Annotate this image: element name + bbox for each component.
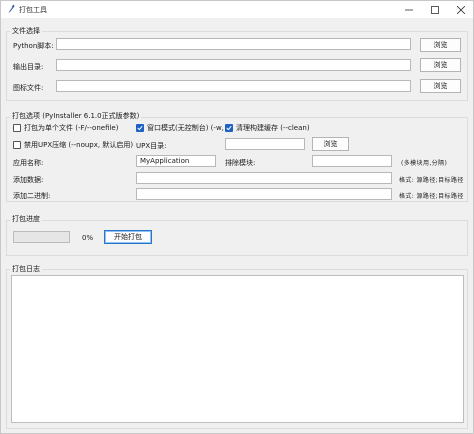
add-data-hint: 格式: 源路径;目标路径 [399, 177, 464, 184]
checkmark-icon [226, 125, 232, 131]
noupx-checkbox[interactable]: 禁用UPX压缩 (--noupx, 默认启用) [13, 140, 133, 150]
close-icon [457, 5, 465, 14]
checkmark-icon [137, 125, 143, 131]
app-name-label: 应用名称: [13, 159, 44, 167]
windowed-label: 窗口模式(无控制台) (-w, [147, 124, 224, 132]
exclude-modules-hint: (多模块用,分隔) [401, 160, 448, 167]
feather-app-icon [6, 4, 16, 14]
progress-section [6, 220, 468, 256]
add-data-label: 添加数据: [13, 176, 44, 184]
file-section-title: 文件选择 [10, 26, 42, 36]
noupx-check-box [13, 141, 21, 149]
title-bar: 打包工具 [1, 1, 473, 18]
app-window: 打包工具 文件选择 Python脚本: 浏览 输出目录: 浏览 图标文件: 浏览… [0, 0, 474, 434]
windowed-checkbox[interactable]: 窗口模式(无控制台) (-w, [136, 123, 224, 133]
log-section-title: 打包日志 [10, 264, 42, 274]
minimize-button[interactable] [396, 1, 422, 18]
app-name-input[interactable]: MyApplication [136, 155, 216, 167]
progress-section-title: 打包进度 [10, 214, 42, 224]
icon-file-input[interactable] [56, 80, 411, 92]
window-title: 打包工具 [19, 6, 47, 14]
minimize-icon [405, 9, 413, 10]
add-data-input[interactable] [136, 172, 392, 184]
noupx-label: 禁用UPX压缩 (--noupx, 默认启用) [24, 141, 134, 149]
onefile-checkbox[interactable]: 打包为单个文件 (-F/--onefile) [13, 123, 118, 133]
progress-bar [13, 231, 70, 243]
maximize-button[interactable] [422, 1, 448, 18]
clean-checkbox[interactable]: 清理构建缓存 (--clean) [225, 123, 310, 133]
maximize-icon [431, 5, 439, 14]
browse-upx-button[interactable]: 浏览 [312, 137, 349, 151]
clean-check-box [225, 124, 233, 132]
onefile-check-box [13, 124, 21, 132]
progress-percent: 0% [82, 234, 94, 242]
exclude-modules-label: 排除模块: [225, 159, 256, 167]
options-section-title: 打包选项 (PyInstaller 6.1.0正式版参数) [10, 111, 142, 121]
start-build-button[interactable]: 开始打包 [104, 230, 152, 244]
python-script-input[interactable] [56, 38, 411, 50]
add-binary-label: 添加二进制: [13, 192, 51, 200]
log-textarea[interactable] [11, 275, 464, 423]
browse-script-button[interactable]: 浏览 [420, 38, 461, 52]
icon-file-label: 图标文件: [13, 84, 44, 92]
browse-output-button[interactable]: 浏览 [420, 58, 461, 72]
windowed-check-box [136, 124, 144, 132]
python-script-label: Python脚本: [13, 42, 54, 50]
upx-dir-input[interactable] [225, 138, 305, 150]
add-binary-hint: 格式: 源路径;目标路径 [399, 193, 464, 200]
output-dir-label: 输出目录: [13, 63, 44, 71]
upx-dir-label: UPX目录: [136, 142, 167, 150]
add-binary-input[interactable] [136, 188, 392, 200]
onefile-label: 打包为单个文件 (-F/--onefile) [24, 124, 119, 132]
clean-label: 清理构建缓存 (--clean) [236, 124, 310, 132]
output-dir-input[interactable] [56, 59, 411, 71]
browse-icon-button[interactable]: 浏览 [420, 79, 461, 93]
exclude-modules-input[interactable] [312, 155, 392, 167]
close-button[interactable] [448, 1, 474, 18]
